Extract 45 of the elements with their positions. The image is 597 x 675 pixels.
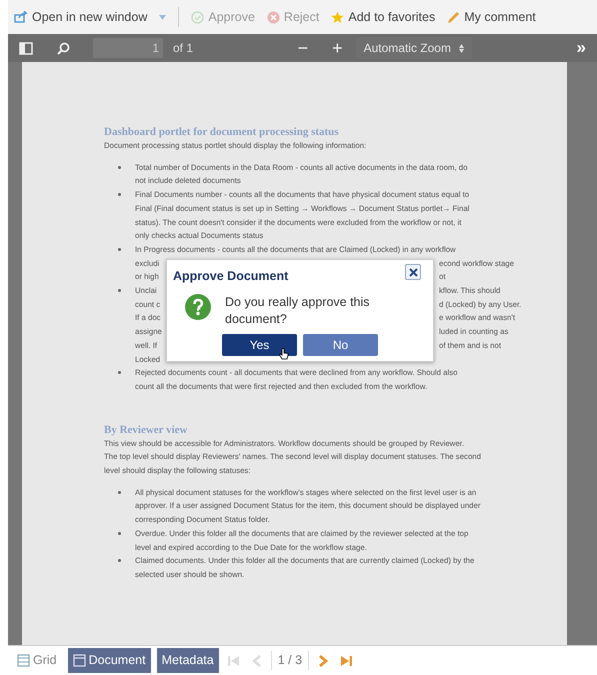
close-button[interactable]	[405, 264, 421, 280]
first-page-icon	[228, 654, 240, 666]
question-icon	[185, 294, 211, 320]
caret-icon	[159, 14, 166, 20]
page-number-field[interactable]: 1	[93, 38, 163, 58]
check-circle-icon	[191, 10, 204, 24]
section-heading: Dashboard portlet for document processing status	[104, 125, 340, 139]
chevron-right-icon	[318, 654, 328, 666]
bullet-icon	[118, 532, 121, 535]
more-tools-button[interactable]: »	[574, 35, 589, 61]
close-icon	[408, 268, 418, 276]
zoom-select[interactable]: Automatic Zoom	[356, 37, 472, 59]
page-indicator: 1 / 3	[270, 651, 310, 670]
close-circle-icon	[266, 10, 280, 24]
confirm-button[interactable]: Yes	[222, 334, 297, 356]
window-icon	[72, 654, 86, 667]
bullet-icon	[118, 248, 121, 251]
last-page-icon	[340, 654, 352, 666]
grid-tab[interactable]: Grid	[12, 648, 62, 673]
bullet-icon	[118, 559, 121, 562]
pencil-icon	[447, 10, 460, 24]
search-icon	[57, 42, 70, 54]
zoom-out-button[interactable]: −	[294, 34, 312, 62]
open-window-button[interactable]: Open in new window	[14, 8, 148, 26]
document-tab[interactable]: Document	[68, 648, 151, 673]
share-icon	[14, 11, 28, 23]
comment-button[interactable]: My comment	[447, 8, 536, 26]
favorite-button[interactable]: Add to favorites	[331, 8, 436, 26]
bullet-icon	[118, 289, 121, 292]
metadata-tab[interactable]: Metadata	[156, 648, 219, 673]
star-icon	[331, 10, 344, 24]
chevron-left-icon	[252, 654, 262, 666]
bullet-icon	[118, 166, 121, 169]
bullet-icon	[118, 193, 121, 196]
bullet-icon	[118, 371, 121, 374]
dialog-message: Do you really approve this document?	[225, 294, 371, 328]
page-count-label: of 1	[173, 40, 194, 57]
cancel-button[interactable]: No	[303, 334, 378, 356]
updown-caret-icon	[458, 44, 464, 52]
sidebar-icon	[19, 42, 33, 54]
bullet-icon	[118, 490, 121, 494]
section-heading: By Reviewer view	[104, 422, 188, 437]
grid-icon	[17, 654, 30, 667]
zoom-in-button[interactable]: +	[329, 34, 346, 62]
dialog-title: Approve Document	[173, 268, 288, 285]
